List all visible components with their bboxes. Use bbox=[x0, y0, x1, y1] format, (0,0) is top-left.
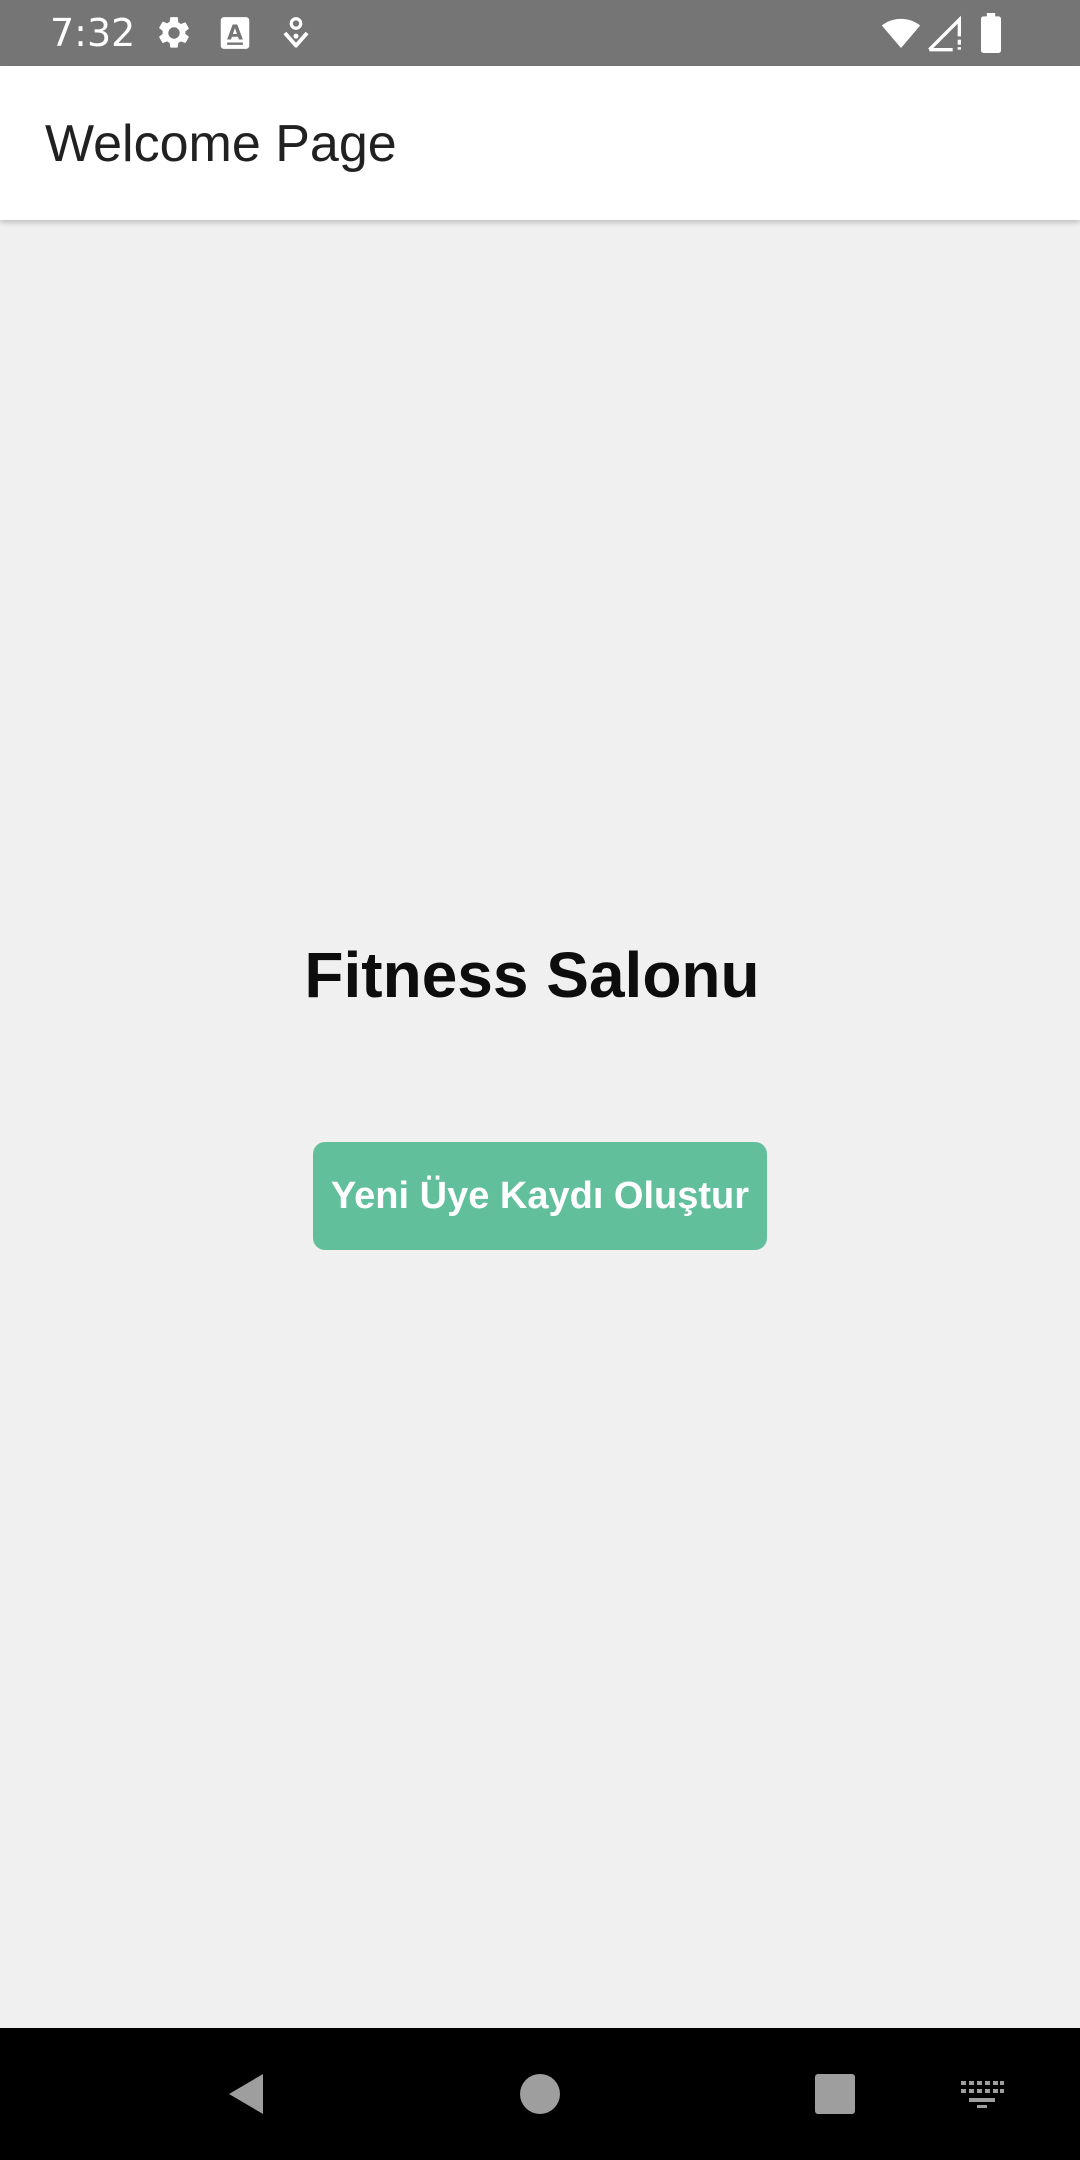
keyboard-icon[interactable] bbox=[955, 2028, 1009, 2160]
status-bar: 7:32 A bbox=[0, 0, 1080, 66]
new-member-registration-button[interactable]: Yeni Üye Kaydı Oluştur bbox=[313, 1142, 767, 1250]
app-bar: Welcome Page bbox=[0, 66, 1080, 220]
headline: Fitness Salonu bbox=[304, 939, 760, 1011]
text-a-icon: A bbox=[216, 14, 254, 52]
recents-icon[interactable] bbox=[795, 2028, 875, 2160]
settings-icon bbox=[155, 14, 193, 52]
back-icon[interactable] bbox=[205, 2028, 285, 2160]
battery-icon bbox=[978, 13, 1004, 53]
home-icon[interactable] bbox=[500, 2028, 580, 2160]
navigation-bar bbox=[0, 2028, 1080, 2160]
status-time: 7:32 bbox=[50, 11, 136, 55]
svg-text:A: A bbox=[227, 20, 243, 44]
cellular-signal-icon bbox=[926, 13, 966, 53]
location-pin-icon bbox=[277, 14, 315, 52]
page-title: Welcome Page bbox=[45, 115, 397, 173]
screen: 7:32 A Welcome Page Fitness Salonu Yeni … bbox=[0, 0, 1080, 2160]
wifi-icon bbox=[880, 13, 922, 53]
